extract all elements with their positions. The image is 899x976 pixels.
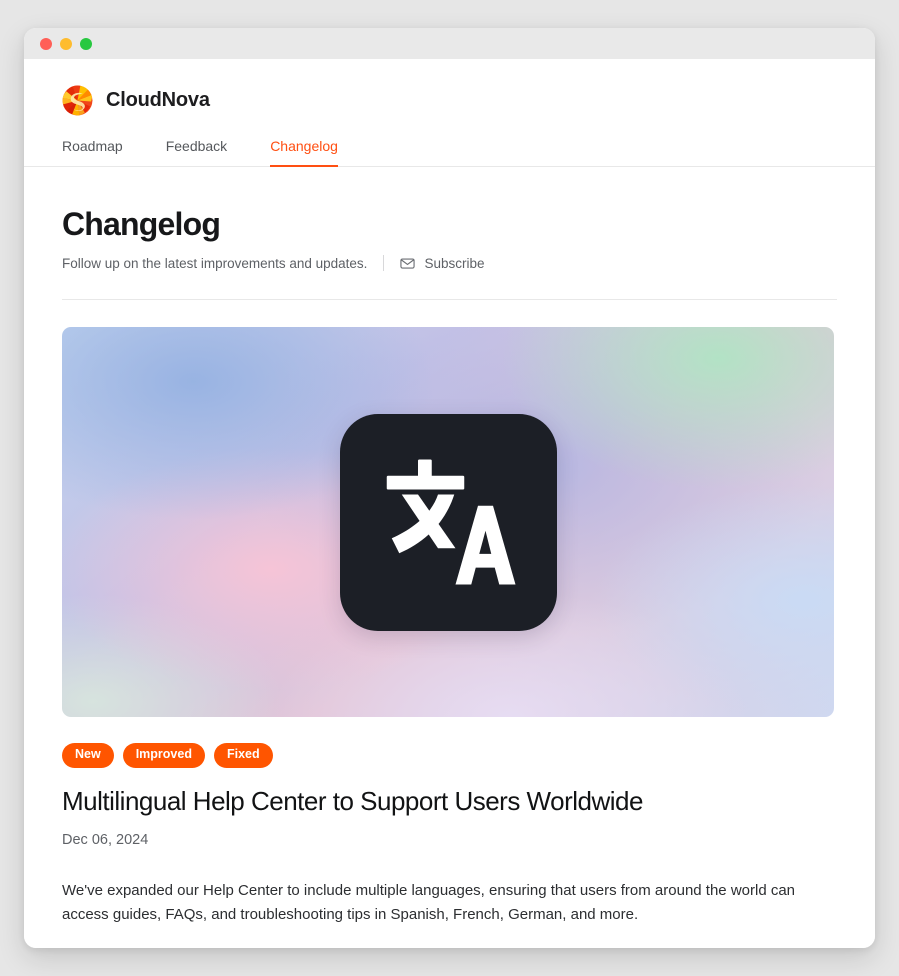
- window-titlebar: [24, 28, 875, 59]
- tab-changelog[interactable]: Changelog: [270, 138, 338, 167]
- entry-badges: New Improved Fixed: [62, 743, 837, 768]
- subscribe-button[interactable]: Subscribe: [400, 256, 484, 271]
- brand-header: CloudNova: [24, 59, 875, 116]
- main-tabs: Roadmap Feedback Changelog: [24, 138, 875, 167]
- brand-name: CloudNova: [106, 89, 210, 111]
- tab-roadmap[interactable]: Roadmap: [62, 138, 123, 166]
- window-maximize-button[interactable]: [80, 37, 92, 50]
- spiral-swirl-logo-icon: [62, 85, 93, 116]
- page-content: CloudNova Roadmap Feedback Changelog Cha…: [24, 59, 875, 948]
- translate-icon: [339, 413, 557, 631]
- entry-title[interactable]: Multilingual Help Center to Support User…: [62, 786, 837, 817]
- tab-feedback[interactable]: Feedback: [166, 138, 227, 166]
- mail-envelope-icon: [400, 256, 416, 271]
- subscribe-label: Subscribe: [424, 255, 485, 271]
- window-close-button[interactable]: [40, 37, 52, 50]
- changelog-header: Changelog Follow up on the latest improv…: [24, 167, 875, 272]
- browser-window: CloudNova Roadmap Feedback Changelog Cha…: [24, 28, 875, 948]
- badge-fixed[interactable]: Fixed: [213, 743, 273, 768]
- page-title: Changelog: [62, 206, 221, 242]
- changelog-entry: New Improved Fixed Multilingual Help Cen…: [24, 327, 875, 927]
- badge-new[interactable]: New: [62, 743, 114, 768]
- badge-improved[interactable]: Improved: [122, 743, 205, 768]
- entry-body-text: We've expanded our Help Center to includ…: [62, 882, 796, 924]
- subtitle-row: Follow up on the latest improvements and…: [62, 255, 837, 272]
- header-divider: [62, 299, 837, 301]
- entry-date: Dec 06, 2024: [62, 832, 149, 848]
- vertical-divider: [383, 255, 385, 272]
- window-minimize-button[interactable]: [60, 37, 72, 50]
- page-subtitle: Follow up on the latest improvements and…: [62, 255, 368, 271]
- entry-hero-image: [62, 327, 834, 718]
